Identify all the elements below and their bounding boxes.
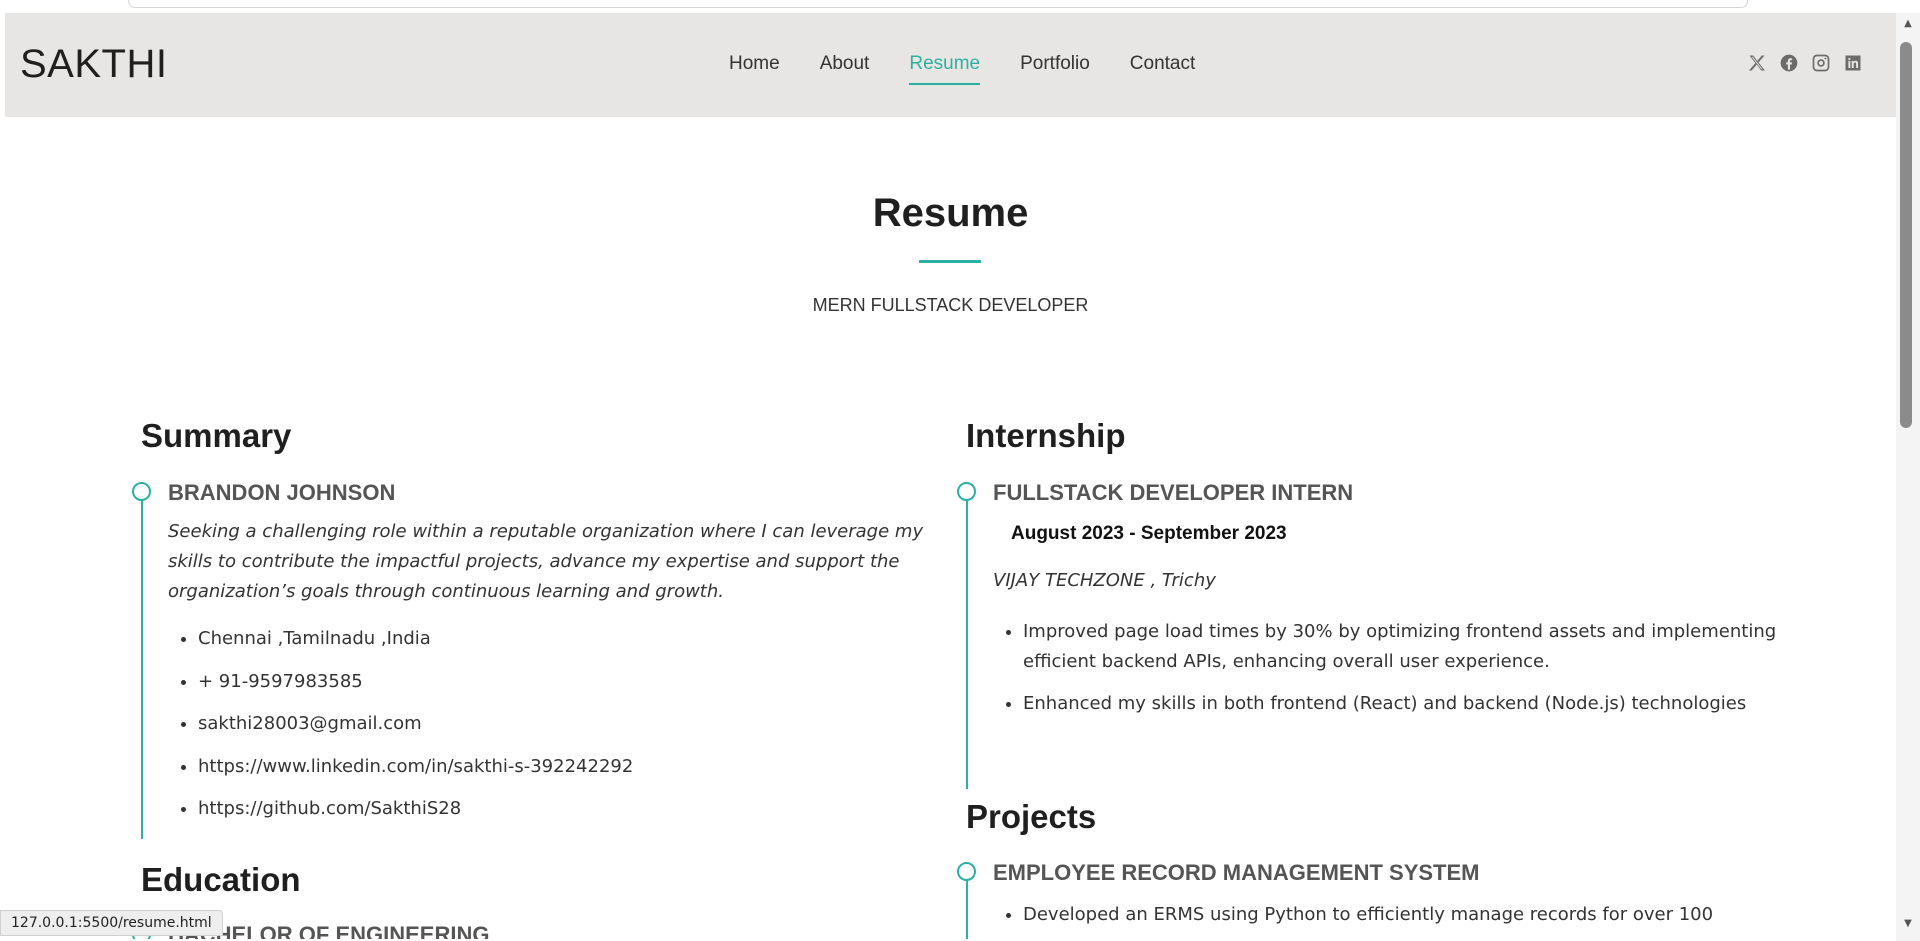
summary-timeline-dot: [132, 482, 151, 501]
projects-heading: Projects: [966, 798, 1097, 835]
nav-about[interactable]: About: [820, 53, 870, 75]
nav-contact[interactable]: Contact: [1130, 53, 1195, 75]
facebook-icon[interactable]: [1778, 52, 1800, 74]
summary-description: Seeking a challenging role within a repu…: [168, 521, 924, 602]
internship-point: Improved page load times by 30% by optim…: [1023, 617, 1778, 677]
summary-timeline: [141, 494, 143, 839]
site-logo[interactable]: SAKTHI: [20, 42, 167, 87]
internship-company: VIJAY TECHZONE , Trichy: [993, 570, 1216, 591]
page: SAKTHI Home About Resume Portfolio Conta…: [5, 13, 1896, 939]
internship-point: Enhanced my skills in both frontend (Rea…: [1023, 689, 1778, 719]
page-title: Resume: [872, 191, 1029, 235]
internship-dates: August 2023 - September 2023: [1011, 523, 1287, 544]
projects-timeline-dot: [957, 862, 976, 881]
internship-timeline: [966, 494, 968, 789]
internship-role: FULLSTACK DEVELOPER INTERN: [993, 480, 1354, 505]
contact-location: Chennai ,Tamilnadu ,India: [198, 628, 893, 671]
browser-top-strip: [0, 0, 1920, 14]
project-points: Developed an ERMS using Python to effici…: [998, 900, 1758, 930]
contact-github: https://github.com/SakthiS28: [198, 798, 893, 841]
contact-phone: + 91-9597983585: [198, 671, 893, 714]
nav-resume[interactable]: Resume: [909, 53, 980, 85]
main-nav: Home About Resume Portfolio Contact: [729, 53, 1235, 85]
linkedin-icon[interactable]: [1842, 52, 1864, 74]
nav-portfolio[interactable]: Portfolio: [1020, 53, 1090, 75]
scrollbar-thumb[interactable]: [1900, 42, 1912, 428]
education-heading: Education: [141, 861, 301, 898]
scroll-down-icon[interactable]: ▼: [1900, 916, 1916, 932]
scroll-up-icon[interactable]: ▲: [1900, 16, 1916, 32]
contact-list: Chennai ,Tamilnadu ,India + 91-959798358…: [173, 628, 893, 841]
summary-name: BRANDON JOHNSON: [168, 480, 396, 505]
internship-heading: Internship: [966, 417, 1126, 454]
contact-email: sakthi28003@gmail.com: [198, 713, 893, 756]
social-links: [1746, 52, 1864, 74]
site-header: SAKTHI Home About Resume Portfolio Conta…: [5, 13, 1896, 117]
nav-home[interactable]: Home: [729, 53, 780, 75]
page-subtitle: MERN FULLSTACK DEVELOPER: [812, 295, 1089, 315]
browser-status-url: 127.0.0.1:5500/resume.html: [0, 910, 223, 936]
internship-timeline-dot: [957, 482, 976, 501]
x-twitter-icon[interactable]: [1746, 52, 1768, 74]
project-point: Developed an ERMS using Python to effici…: [1023, 900, 1758, 930]
instagram-icon[interactable]: [1810, 52, 1832, 74]
internship-points: Improved page load times by 30% by optim…: [998, 617, 1778, 719]
project-title: EMPLOYEE RECORD MANAGEMENT SYSTEM: [993, 860, 1480, 885]
title-underline: [919, 260, 981, 263]
projects-timeline: [966, 875, 968, 939]
summary-heading: Summary: [141, 417, 292, 454]
address-bar[interactable]: [128, 0, 1748, 8]
contact-linkedin: https://www.linkedin.com/in/sakthi-s-392…: [198, 756, 893, 799]
